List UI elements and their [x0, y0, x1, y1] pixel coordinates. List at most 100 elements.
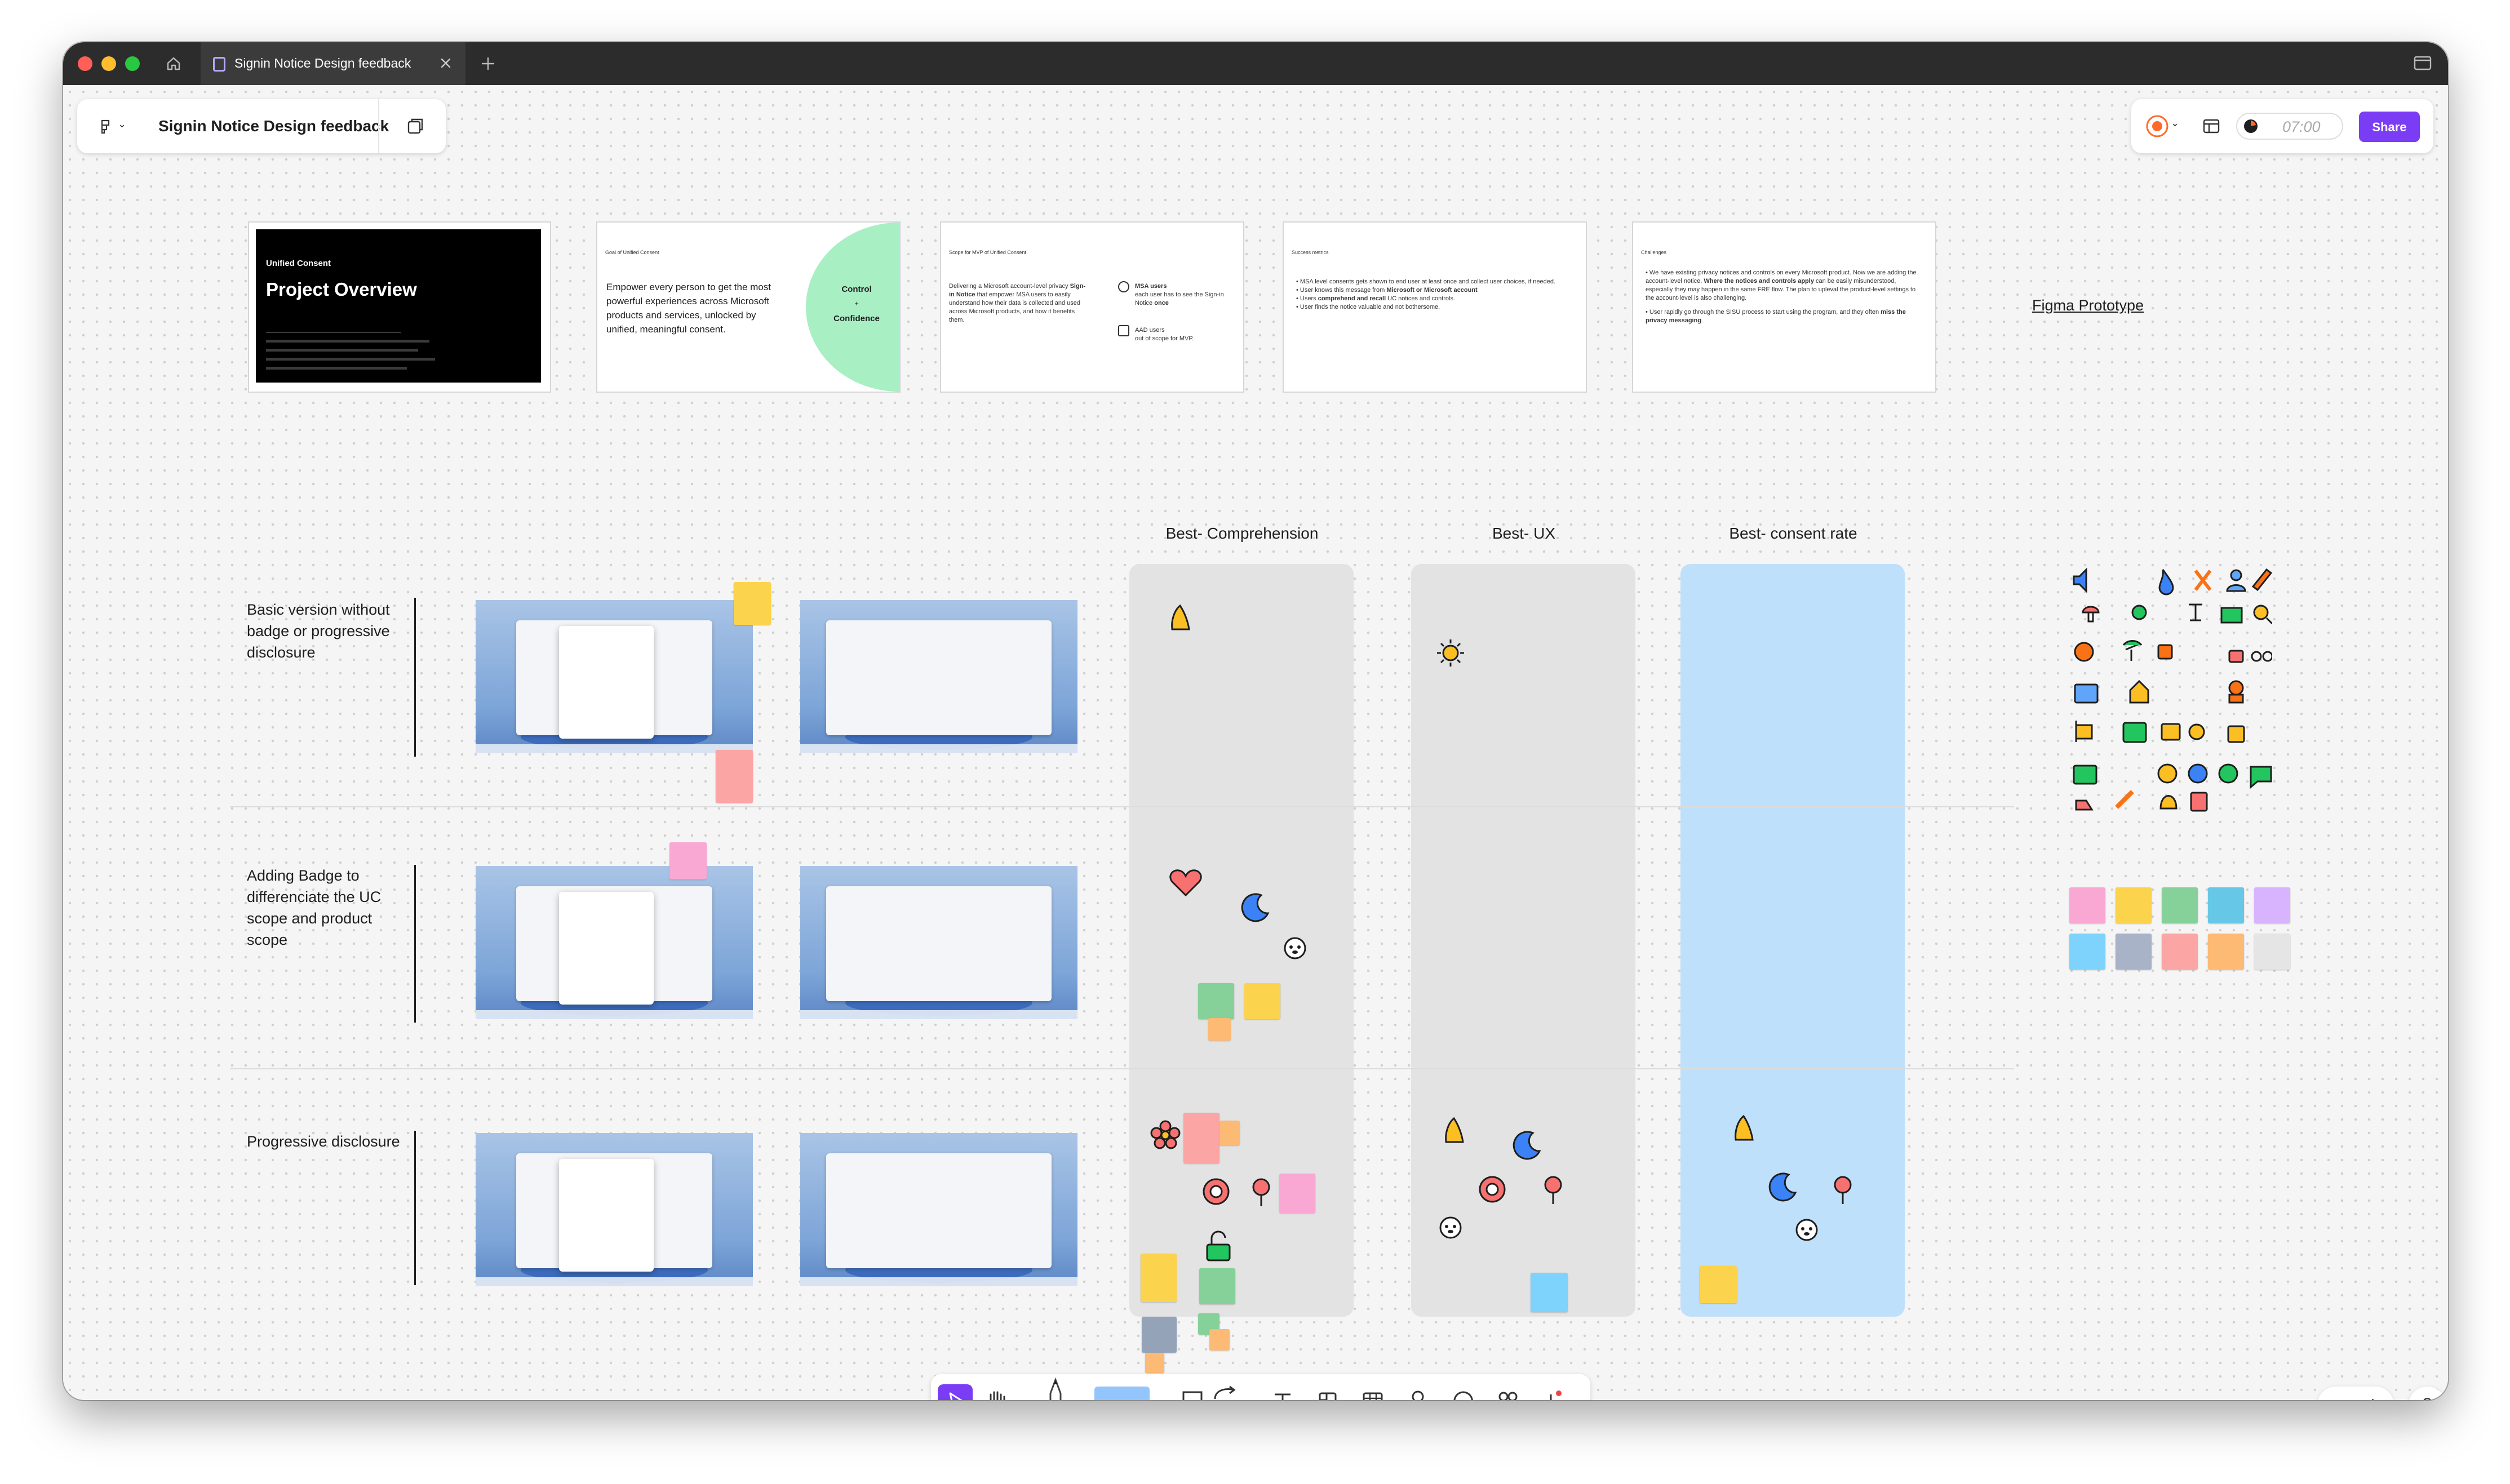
whiteboard-canvas[interactable]: ⌄ Signin Notice Design feedback ⌄ 07:00	[63, 85, 2448, 1400]
moon-icon[interactable]	[1239, 891, 1272, 925]
file-header-panel: ⌄ Signin Notice Design feedback	[77, 99, 446, 153]
sticky-swatch-yellow[interactable]	[2116, 887, 2152, 923]
mockup-basic-store[interactable]	[800, 600, 1077, 753]
section-tool-icon[interactable]	[1316, 1390, 1339, 1400]
sidebar-toggle-icon[interactable]	[2413, 55, 2432, 72]
chevron-down-icon[interactable]: ⌄	[118, 118, 126, 130]
share-button[interactable]: Share	[2359, 112, 2420, 142]
sticky-note[interactable]	[1531, 1273, 1568, 1312]
comment-tool-icon[interactable]	[1452, 1390, 1474, 1400]
zoom-out-button[interactable]: −	[2332, 1393, 2343, 1400]
shape-tool-icon[interactable]	[1181, 1390, 1204, 1400]
layout-panel-icon[interactable]	[2201, 116, 2221, 136]
pin-icon[interactable]	[1826, 1172, 1860, 1206]
sticky-note[interactable]	[669, 842, 707, 879]
sticky-note[interactable]	[1142, 1317, 1177, 1353]
sticky-swatch-gray-blue[interactable]	[2116, 934, 2152, 970]
mockup-progressive-store[interactable]	[800, 1133, 1077, 1286]
widget-tool-icon[interactable]	[1497, 1390, 1519, 1400]
sticky-note[interactable]	[1199, 1268, 1235, 1304]
pen-tool-icon[interactable]	[1041, 1376, 1070, 1400]
figjam-menu-icon[interactable]	[96, 117, 114, 135]
sticky-swatch-green[interactable]	[2162, 887, 2198, 923]
sticky-note[interactable]	[1198, 983, 1234, 1019]
banana-icon[interactable]	[1436, 1113, 1470, 1147]
sun-icon[interactable]	[1434, 636, 1467, 670]
slide-black-panel: Unified Consent Project Overview	[256, 229, 541, 383]
flower-icon[interactable]	[1148, 1118, 1182, 1152]
sticky-swatch-gray[interactable]	[2254, 934, 2290, 970]
mockup-basic-signin[interactable]	[476, 600, 753, 753]
mockup-progressive-signin[interactable]	[476, 1133, 753, 1286]
slide-success-metrics[interactable]: Success metrics • MSA level consents get…	[1283, 221, 1587, 393]
hand-tool-icon[interactable]	[983, 1388, 1010, 1400]
sticky-swatch-pink[interactable]	[2069, 887, 2105, 923]
slide-project-overview[interactable]: Unified Consent Project Overview	[248, 221, 551, 393]
dog-icon[interactable]	[1434, 1210, 1467, 1243]
column-ux[interactable]	[1411, 564, 1635, 1317]
unlock-icon[interactable]	[1203, 1230, 1234, 1264]
sticky-note[interactable]	[716, 750, 753, 803]
sticky-note[interactable]	[1141, 1254, 1177, 1302]
sticky-note[interactable]	[1279, 1174, 1315, 1213]
divider	[932, 1374, 933, 1400]
sticky-swatch-purple[interactable]	[2254, 887, 2290, 923]
sticky-swatch-blue[interactable]	[2069, 934, 2105, 970]
avatar[interactable]	[2146, 115, 2168, 137]
sticky-note[interactable]	[1219, 1121, 1240, 1145]
file-name[interactable]: Signin Notice Design feedback	[158, 117, 389, 135]
bullet: • MSA level consents gets shown to end u…	[1296, 278, 1556, 285]
sticky-swatch-orange[interactable]	[2208, 934, 2244, 970]
new-tab-icon[interactable]	[479, 55, 497, 73]
sticky-tool-icon[interactable]	[1094, 1387, 1150, 1400]
stamp-tool-icon[interactable]	[1407, 1389, 1429, 1400]
lifebuoy-icon[interactable]	[1475, 1172, 1509, 1206]
dog-icon[interactable]	[1790, 1212, 1824, 1246]
close-window-button[interactable]	[78, 56, 92, 71]
dog-icon[interactable]	[1278, 930, 1312, 964]
text-tool-icon[interactable]	[1271, 1390, 1294, 1400]
sticky-note[interactable]	[1208, 1018, 1231, 1041]
sticky-swatch-teal[interactable]	[2208, 887, 2244, 923]
minimize-window-button[interactable]	[101, 56, 116, 71]
mockup-badge-signin[interactable]	[476, 866, 753, 1019]
heart-icon[interactable]	[1168, 866, 1204, 900]
sticky-note[interactable]	[1145, 1353, 1164, 1373]
chevron-down-icon[interactable]: ⌄	[2171, 117, 2179, 129]
column-comprehension[interactable]	[1129, 564, 1354, 1317]
slide-challenges[interactable]: Challenges • We have existing privacy no…	[1632, 221, 1936, 393]
lifebuoy-icon[interactable]	[1199, 1175, 1233, 1208]
pages-icon[interactable]	[405, 116, 425, 136]
sticky-swatch-red[interactable]	[2162, 934, 2198, 970]
control-confidence-shape: Control + Confidence	[806, 223, 899, 392]
tab-active[interactable]: Signin Notice Design feedback	[201, 42, 465, 85]
slide-heading: Goal of Unified Consent	[605, 250, 659, 255]
more-tools-icon[interactable]	[1540, 1390, 1562, 1400]
pin-icon[interactable]	[1536, 1172, 1570, 1206]
sticky-note[interactable]	[1700, 1266, 1737, 1303]
help-button[interactable]: ?	[2409, 1387, 2446, 1400]
moon-icon[interactable]	[1766, 1170, 1800, 1204]
slide-scope[interactable]: Scope for MVP of Unified Consent Deliver…	[940, 221, 1244, 393]
figma-prototype-link[interactable]: Figma Prototype	[2032, 297, 2144, 314]
home-icon[interactable]	[163, 54, 184, 74]
move-tool-button[interactable]	[938, 1384, 973, 1400]
banana-icon[interactable]	[1162, 600, 1196, 634]
table-tool-icon[interactable]	[1362, 1390, 1384, 1400]
timer-widget[interactable]: 07:00	[2236, 113, 2343, 140]
slide-goal[interactable]: Goal of Unified Consent Empower every pe…	[596, 221, 901, 393]
zoom-in-button[interactable]: +	[2367, 1392, 2379, 1400]
pin-icon[interactable]	[1244, 1175, 1278, 1208]
mockup-badge-store[interactable]	[800, 866, 1077, 1019]
sticky-note[interactable]	[734, 582, 771, 625]
connector-tool-icon[interactable]	[1210, 1382, 1239, 1400]
column-header-consent-rate: Best- consent rate	[1729, 525, 1857, 542]
close-tab-icon[interactable]	[437, 55, 454, 72]
banana-icon[interactable]	[1726, 1110, 1759, 1144]
sticky-note[interactable]	[1183, 1113, 1219, 1163]
moon-icon[interactable]	[1510, 1128, 1544, 1162]
sticky-note[interactable]	[1244, 983, 1280, 1019]
sticky-note[interactable]	[1209, 1329, 1230, 1350]
maximize-window-button[interactable]	[125, 56, 140, 71]
slide-heading: Success metrics	[1292, 250, 1329, 255]
